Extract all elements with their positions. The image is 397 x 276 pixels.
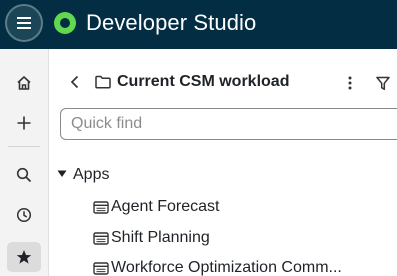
- star-icon: [16, 250, 32, 264]
- app-title: Developer Studio: [86, 10, 257, 35]
- filter-icon: [376, 76, 390, 90]
- more-options-button[interactable]: [340, 72, 360, 94]
- app-logo: [54, 12, 76, 34]
- top-header: Developer Studio: [0, 0, 397, 49]
- rail-history-button[interactable]: [10, 201, 38, 229]
- app-window-icon: [93, 231, 109, 245]
- hamburger-menu-button[interactable]: [5, 4, 43, 42]
- tree-item[interactable]: Shift Planning: [93, 227, 210, 249]
- rail-create-button[interactable]: [10, 109, 38, 137]
- tree-item-label: Workforce Optimization Comm...: [111, 259, 342, 276]
- filter-button[interactable]: [372, 72, 394, 94]
- app-window-icon: [93, 200, 109, 214]
- tree-group-apps[interactable]: Apps: [73, 166, 109, 184]
- clock-icon: [16, 207, 32, 223]
- left-nav-rail: [0, 49, 49, 276]
- panel-title: Current CSM workload: [117, 73, 290, 90]
- plus-icon: [17, 116, 31, 130]
- rail-divider: [8, 146, 40, 147]
- tree-item[interactable]: Workforce Optimization Comm...: [93, 257, 342, 276]
- folder-icon: [95, 75, 111, 89]
- chevron-left-icon: [70, 75, 79, 89]
- caret-down-icon[interactable]: [57, 170, 67, 178]
- home-icon: [17, 76, 31, 90]
- more-vertical-icon: [348, 76, 352, 90]
- rail-favorites-button[interactable]: [7, 242, 41, 272]
- hamburger-menu-icon: [17, 17, 31, 29]
- back-button[interactable]: [64, 71, 86, 93]
- tree-item-label: Agent Forecast: [111, 198, 220, 215]
- app-window-icon: [93, 261, 109, 275]
- quick-find-input[interactable]: [60, 108, 397, 140]
- tree-item[interactable]: Agent Forecast: [93, 196, 220, 218]
- tree-item-label: Shift Planning: [111, 229, 210, 246]
- rail-search-button[interactable]: [10, 161, 38, 189]
- rail-home-button[interactable]: [10, 69, 38, 97]
- search-icon: [16, 167, 32, 183]
